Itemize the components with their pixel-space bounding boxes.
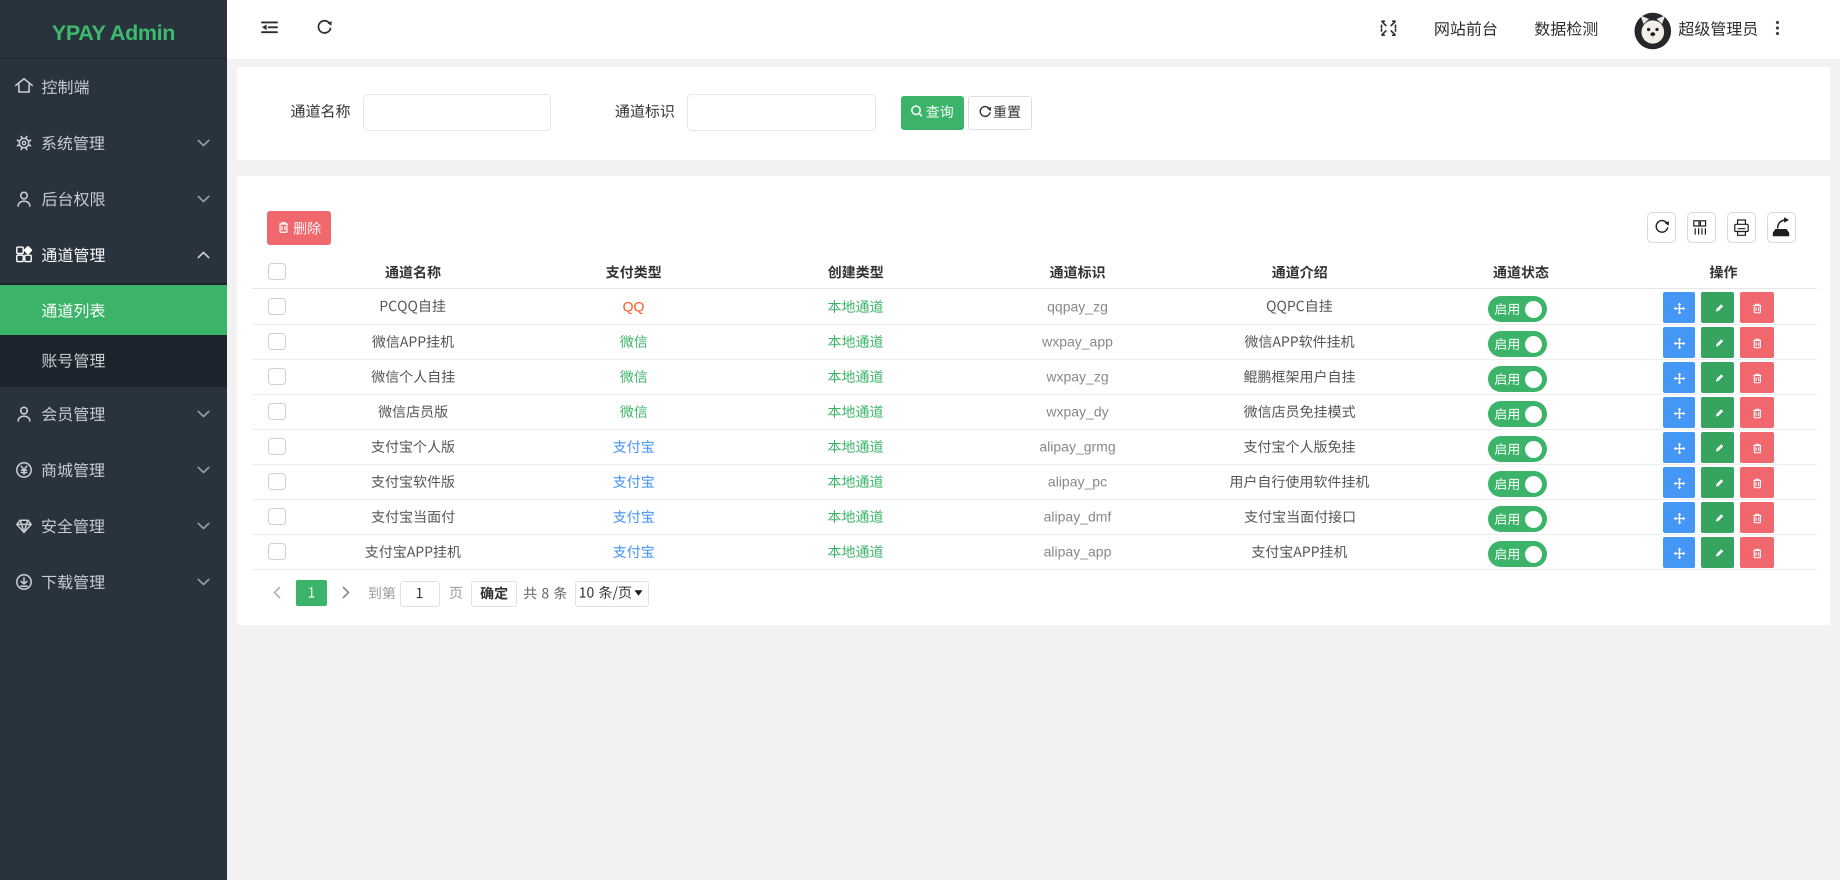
svg-text:wxpay_dy: wxpay_dy: [1045, 403, 1108, 419]
svg-text:alipay_app: alipay_app: [1044, 543, 1112, 559]
svg-text:QQ: QQ: [623, 298, 645, 314]
svg-text:qqpay_zg: qqpay_zg: [1047, 298, 1108, 314]
svg-text:alipay_dmf: alipay_dmf: [1044, 508, 1112, 524]
svg-text:YPAY Admin: YPAY Admin: [52, 21, 175, 45]
svg-text:wxpay_zg: wxpay_zg: [1045, 368, 1108, 384]
svg-text:alipay_pc: alipay_pc: [1048, 473, 1107, 489]
svg-text:alipay_grmg: alipay_grmg: [1039, 438, 1115, 454]
svg-text:wxpay_app: wxpay_app: [1041, 333, 1113, 349]
